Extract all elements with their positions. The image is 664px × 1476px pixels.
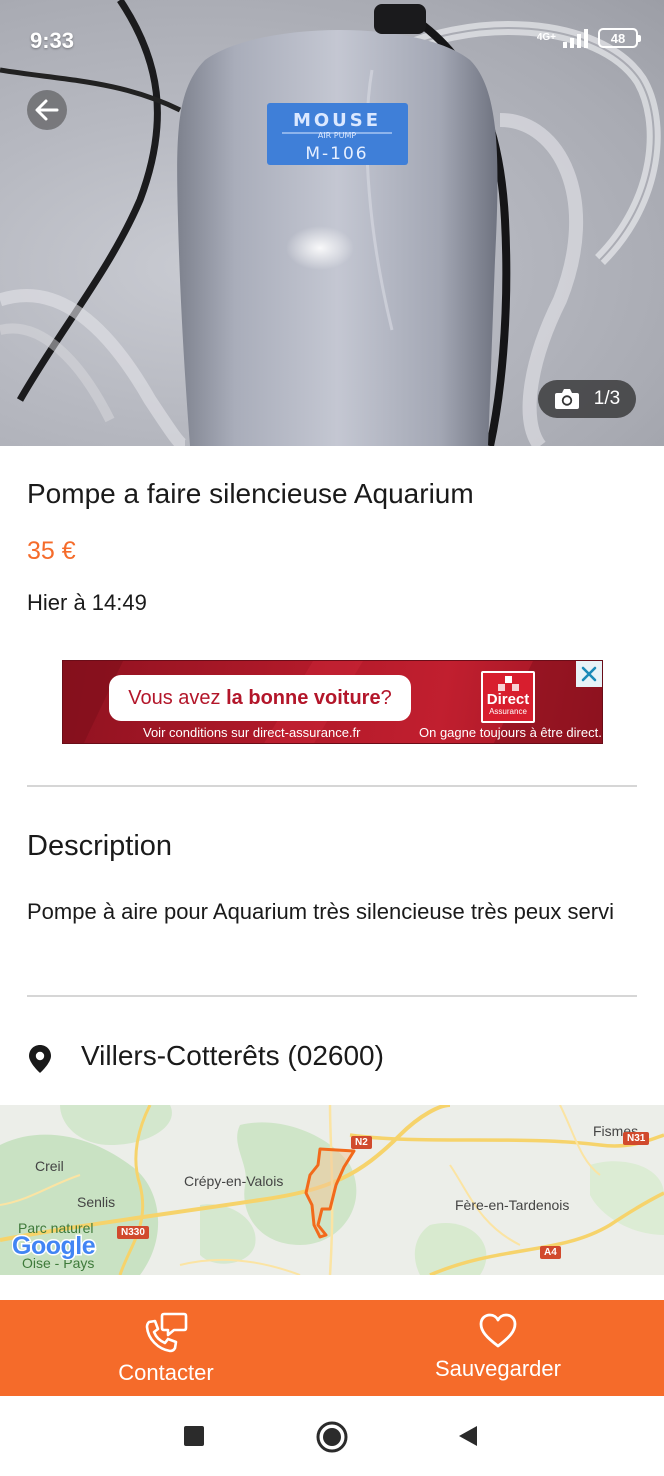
svg-text:M-106: M-106 xyxy=(305,144,368,164)
photo-counter-text: 1/3 xyxy=(593,388,621,409)
listing-price: 35 € xyxy=(27,537,76,565)
ad-headline-suffix: ? xyxy=(380,686,392,709)
recent-apps-icon[interactable] xyxy=(183,1425,205,1447)
save-button[interactable]: Sauvegarder xyxy=(332,1300,664,1396)
ad-slogan: On gagne toujours à être direct. xyxy=(419,725,602,740)
arrow-left-icon xyxy=(35,99,59,121)
phone-chat-icon xyxy=(145,1312,188,1353)
listing-screen: MOUSE AIR PUMP M-106 9:33 4G+ 48 1/3 Pom… xyxy=(0,0,664,1476)
map-label-crepy: Crépy-en-Valois xyxy=(184,1173,284,1189)
system-icons: 4G+ 48 xyxy=(536,28,641,48)
ad-close-button[interactable] xyxy=(576,661,602,687)
map-label-fere: Fère-en-Tardenois xyxy=(455,1197,570,1213)
status-bar: 9:33 4G+ 48 xyxy=(0,0,664,80)
ad-subtext: Voir conditions sur direct-assurance.fr xyxy=(143,725,361,740)
battery-level: 48 xyxy=(610,30,626,46)
svg-text:MOUSE: MOUSE xyxy=(293,110,381,131)
back-button[interactable] xyxy=(27,90,67,130)
logo-line1: Direct xyxy=(486,691,530,708)
description-text: Pompe à aire pour Aquarium très silencie… xyxy=(27,899,614,924)
back-triangle-icon[interactable] xyxy=(456,1424,480,1448)
divider xyxy=(27,785,637,787)
product-photo[interactable]: MOUSE AIR PUMP M-106 9:33 4G+ 48 1/3 xyxy=(0,0,664,446)
location-city: Villers-Cotterêts (02600) xyxy=(81,1040,384,1071)
google-logo: Google xyxy=(11,1230,106,1267)
home-icon[interactable] xyxy=(315,1420,349,1454)
battery-icon: 48 xyxy=(598,28,641,48)
ad-headline: Vous avez la bonne voiture ? xyxy=(109,675,411,721)
save-label: Sauvegarder xyxy=(435,1356,561,1381)
camera-icon xyxy=(554,389,579,409)
road-label-n31: N31 xyxy=(623,1132,650,1145)
road-label-n330: N330 xyxy=(117,1226,149,1239)
google-attribution: Google xyxy=(11,1231,98,1262)
svg-text:AIR PUMP: AIR PUMP xyxy=(318,131,357,140)
road-label-n2: N2 xyxy=(351,1136,372,1149)
ad-headline-prefix: Vous avez xyxy=(128,686,221,709)
ad-headline-bold: la bonne voiture xyxy=(226,686,381,709)
signal-icon xyxy=(563,29,588,48)
network-type-label: 4G+ xyxy=(536,32,556,43)
logo-squares-icon xyxy=(498,676,519,691)
close-icon xyxy=(581,666,597,682)
map-label-senlis: Senlis xyxy=(77,1194,116,1210)
action-bar: Contacter Sauvegarder xyxy=(0,1300,664,1396)
contact-button[interactable]: Contacter xyxy=(0,1300,332,1396)
listing-date: Hier à 14:49 xyxy=(27,590,147,615)
photo-counter[interactable]: 1/3 xyxy=(538,380,636,418)
listing-title: Pompe a faire silencieuse Aquarium xyxy=(27,478,474,509)
svg-text:Google: Google xyxy=(12,1232,96,1260)
road-label-a4: A4 xyxy=(540,1246,561,1259)
contact-label: Contacter xyxy=(118,1360,214,1385)
direct-assurance-logo: Direct Assurance xyxy=(481,671,535,723)
description-heading: Description xyxy=(27,830,173,862)
system-nav-bar xyxy=(0,1396,664,1476)
divider xyxy=(27,995,637,997)
map-label-creil: Creil xyxy=(35,1158,64,1174)
location-pin-icon xyxy=(29,1045,51,1073)
clock: 9:33 xyxy=(30,28,75,53)
heart-icon xyxy=(479,1313,517,1348)
ad-banner[interactable]: Vous avez la bonne voiture ? Voir condit… xyxy=(62,660,603,744)
logo-line2: Assurance xyxy=(489,707,527,716)
